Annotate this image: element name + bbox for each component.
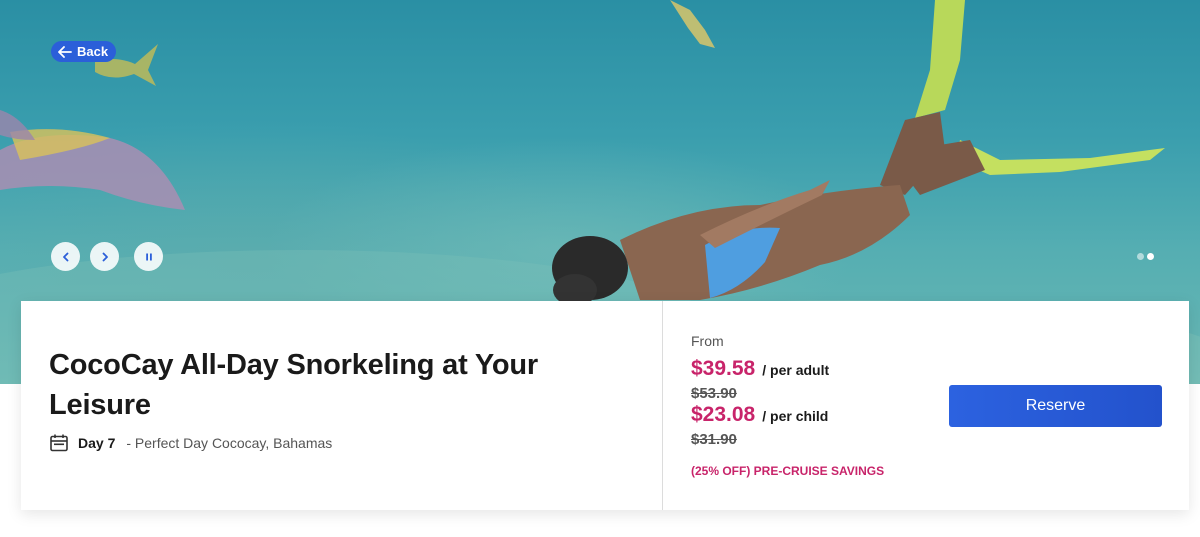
pause-icon: [145, 253, 152, 260]
reserve-button[interactable]: Reserve: [949, 385, 1162, 427]
carousel-dot[interactable]: [1137, 253, 1144, 260]
day-label: Day 7: [78, 435, 116, 451]
carousel-pause-button[interactable]: [134, 242, 163, 271]
chevron-left-icon: [62, 252, 68, 261]
savings-label: (25% OFF) PRE-CRUISE SAVINGS: [691, 464, 885, 478]
child-price: $23.08: [691, 403, 756, 426]
activity-title: CocoCay All-Day Snorkeling at Your Leisu…: [49, 349, 538, 421]
child-old-price: $31.90: [691, 431, 737, 448]
adult-price: $39.58: [691, 357, 756, 380]
activity-meta: Day 7 - Perfect Day Cococay, Bahamas: [49, 433, 332, 453]
back-button-label: Back: [77, 44, 109, 59]
child-unit: / per child: [762, 408, 829, 424]
adult-price-row: $39.58 / per adult: [691, 357, 829, 381]
adult-unit: / per adult: [762, 362, 830, 378]
from-label: From: [691, 333, 724, 349]
activity-card: CocoCay All-Day Snorkeling at Your Leisu…: [21, 301, 1189, 510]
location-label: - Perfect Day Cococay, Bahamas: [126, 435, 333, 451]
adult-old-price: $53.90: [691, 385, 737, 402]
child-price-row: $23.08 / per child: [691, 403, 828, 427]
back-button[interactable]: Back: [51, 41, 116, 62]
carousel-next-button[interactable]: [90, 242, 119, 271]
arrow-left-icon: [58, 45, 72, 58]
chevron-right-icon: [102, 252, 108, 261]
carousel-prev-button[interactable]: [51, 242, 80, 271]
pricing-panel: From $39.58 / per adult $53.90 $23.08 / …: [663, 301, 1189, 510]
calendar-icon: [50, 434, 68, 452]
activity-info: CocoCay All-Day Snorkeling at Your Leisu…: [21, 301, 663, 510]
carousel-dot-active[interactable]: [1147, 253, 1154, 260]
carousel-indicators: [1137, 253, 1154, 260]
